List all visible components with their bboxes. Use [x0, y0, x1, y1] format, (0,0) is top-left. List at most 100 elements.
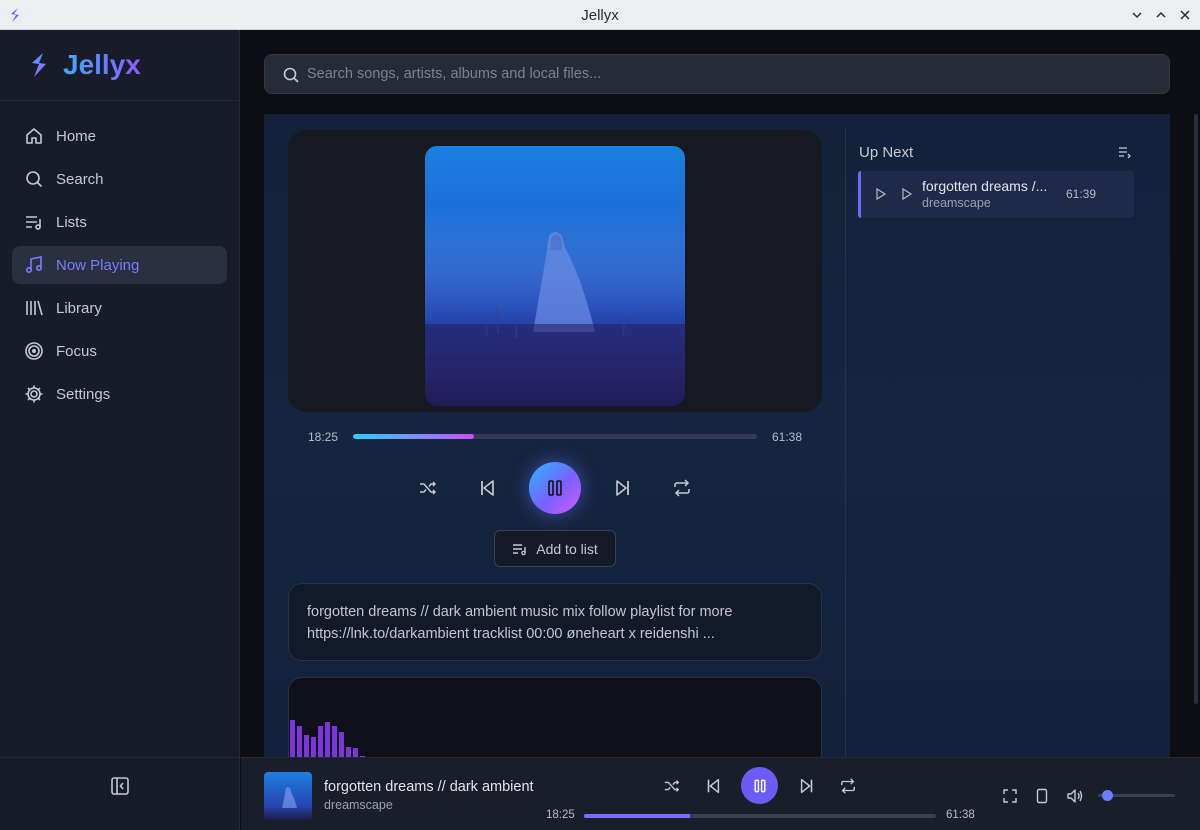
pause-icon [548, 480, 562, 496]
visualizer-bar [304, 735, 309, 757]
player-repeat-button[interactable] [836, 774, 860, 798]
skip-back-icon [481, 480, 494, 496]
list-music-icon [24, 212, 44, 232]
visualizer-bar [339, 732, 344, 757]
close-icon[interactable] [1176, 6, 1194, 24]
search-icon [24, 169, 44, 189]
up-next-title: Up Next [859, 144, 914, 161]
player-pause-button[interactable] [741, 767, 778, 804]
queue-options-icon[interactable] [1116, 144, 1132, 160]
window-title: Jellyx [581, 7, 619, 24]
sidebar-item-label: Home [56, 127, 97, 145]
search-bar [264, 54, 1170, 94]
library-icon [24, 298, 44, 318]
add-to-list-button[interactable]: Add to list [494, 530, 616, 567]
sidebar-item-label: Lists [56, 213, 87, 231]
gear-icon [24, 384, 44, 404]
sidebar-item-now-playing[interactable]: Now Playing [12, 246, 227, 284]
sidebar-item-label: Search [56, 170, 104, 188]
fullscreen-button[interactable] [998, 784, 1022, 808]
progress-fill [353, 434, 475, 439]
queue-item-duration: 61:39 [1066, 187, 1097, 201]
sidebar-item-search[interactable]: Search [12, 160, 227, 198]
shuffle-button[interactable] [416, 476, 440, 500]
player-previous-button[interactable] [701, 774, 725, 798]
player-next-button[interactable] [795, 774, 819, 798]
volume-slider-knob[interactable] [1101, 790, 1113, 801]
player-duration-time: 61:38 [946, 809, 975, 821]
sidebar: Jellyx Home Search Lists Now Playing Lib… [0, 30, 240, 830]
visualizer-bar [346, 747, 351, 757]
sidebar-item-library[interactable]: Library [12, 289, 227, 327]
add-to-list-label: Add to list [536, 540, 598, 557]
sidebar-item-lists[interactable]: Lists [12, 203, 227, 241]
brand: Jellyx [0, 30, 239, 101]
repeat-icon [674, 479, 690, 497]
window-titlebar: Jellyx [0, 0, 1200, 30]
play-next-icon[interactable] [900, 187, 914, 201]
play-icon[interactable] [874, 187, 888, 201]
duration-time: 61:38 [772, 430, 803, 444]
sidebar-item-label: Focus [56, 342, 97, 360]
search-icon [282, 66, 300, 84]
player-bar: forgotten dreams // dark ambient dreamsc… [241, 757, 1200, 830]
skip-back-icon [707, 778, 720, 794]
pause-icon [753, 779, 766, 792]
player-elapsed-time: 18:25 [546, 809, 575, 821]
visualizer-bar [325, 722, 330, 757]
previous-button[interactable] [475, 476, 499, 500]
elapsed-time: 18:25 [308, 430, 339, 444]
shuffle-icon [664, 780, 680, 792]
visualizer-bar [318, 726, 323, 757]
visualizer-bar [353, 748, 358, 757]
device-icon [1036, 788, 1048, 804]
volume-button[interactable] [1063, 784, 1087, 808]
album-art-card [288, 130, 822, 412]
sidebar-item-label: Library [56, 299, 102, 317]
visualizer-bar [332, 726, 337, 757]
player-progress-fill [584, 814, 690, 818]
minimize-icon[interactable] [1128, 6, 1146, 24]
now-playing-panel: 18:25 61:38 Add to list forgotten dreams… [264, 114, 1170, 757]
progress-bar[interactable] [353, 434, 757, 439]
jellyx-logo-icon [28, 52, 50, 78]
sidebar-item-home[interactable]: Home [12, 117, 227, 155]
sidebar-item-label: Now Playing [56, 256, 140, 274]
audio-visualizer [288, 677, 822, 757]
music-note-icon [24, 255, 44, 275]
repeat-icon [841, 778, 855, 794]
main-content: 18:25 61:38 Add to list forgotten dreams… [241, 30, 1200, 757]
sidebar-item-label: Settings [56, 385, 111, 403]
shuffle-icon [420, 481, 437, 495]
sidebar-nav: Home Search Lists Now Playing Library Fo… [12, 117, 227, 418]
player-progress-bar[interactable] [584, 814, 936, 818]
player-shuffle-button[interactable] [660, 774, 684, 798]
pause-button[interactable] [529, 462, 581, 514]
volume-icon [1067, 789, 1083, 803]
skip-forward-icon [616, 480, 629, 496]
maximize-icon[interactable] [1152, 6, 1170, 24]
player-track-artist: dreamscape [324, 798, 393, 812]
collapse-sidebar-icon[interactable] [110, 776, 130, 796]
queue-item[interactable]: forgotten dreams /... dreamscape 61:39 [858, 171, 1134, 218]
fullscreen-icon [1003, 789, 1017, 803]
panel-divider [845, 128, 846, 757]
mini-player-button[interactable] [1030, 784, 1054, 808]
target-icon [24, 341, 44, 361]
scrollbar[interactable] [1194, 114, 1198, 704]
search-input[interactable] [307, 55, 1147, 93]
queue-item-title: forgotten dreams /... [922, 178, 1048, 194]
player-track-title: forgotten dreams // dark ambient [324, 779, 534, 795]
skip-forward-icon [800, 778, 813, 794]
brand-name: Jellyx [63, 49, 141, 80]
list-plus-icon [512, 541, 528, 557]
album-art [425, 146, 685, 406]
visualizer-bar [290, 720, 295, 757]
sidebar-item-focus[interactable]: Focus [12, 332, 227, 370]
sidebar-item-settings[interactable]: Settings [12, 375, 227, 413]
mini-album-art[interactable] [264, 772, 312, 820]
repeat-button[interactable] [670, 476, 694, 500]
visualizer-bar [311, 737, 316, 757]
next-button[interactable] [611, 476, 635, 500]
home-icon [24, 126, 44, 146]
